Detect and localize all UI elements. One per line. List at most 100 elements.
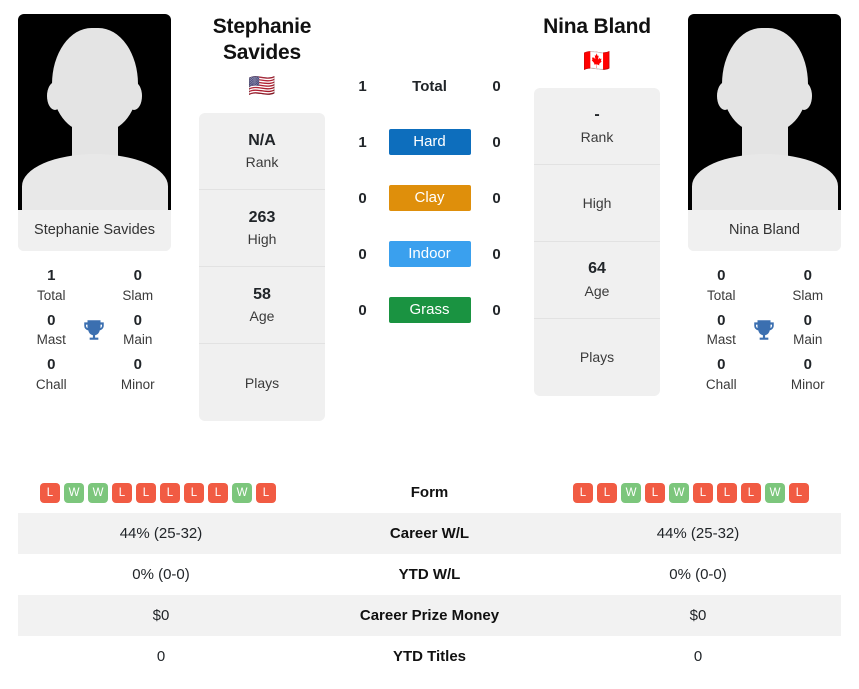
- right-player-photo-column: Nina Bland 0 Total 0 Slam 0 Mast 0 Main …: [688, 14, 841, 404]
- left-form-strip: LWWLLLLLWL: [26, 482, 296, 503]
- form-badge-loss: L: [112, 482, 132, 503]
- left-titles-total-label: Total: [36, 287, 66, 303]
- right-info-plays-label: Plays: [579, 349, 615, 366]
- h2h-row-total: 1 Total 0: [325, 58, 534, 114]
- form-badge-loss: L: [184, 482, 204, 503]
- left-titles-main-value: 0: [133, 311, 142, 329]
- h2h-total-left-score: 1: [358, 77, 367, 95]
- form-badge-loss: L: [597, 482, 617, 503]
- form-badge-loss: L: [256, 482, 276, 503]
- right-player-info-column: Nina Bland 🇨🇦 - Rank High 64 Age Plays: [534, 14, 660, 396]
- right-titles-row-middle: 0 Mast 0 Main: [690, 307, 839, 351]
- surface-badge-indoor[interactable]: Indoor: [388, 241, 471, 267]
- right-player-photo-caption: Nina Bland: [688, 210, 841, 252]
- flag-united-states-icon: 🇺🇸: [248, 73, 276, 99]
- right-ytd-wl-value: 0% (0-0): [669, 566, 727, 583]
- form-badge-loss: L: [789, 482, 809, 503]
- left-career-wl-value: 44% (25-32): [119, 525, 203, 542]
- left-player-photo-card[interactable]: Stephanie Savides: [18, 14, 171, 252]
- row-label-career-prize-money: Career Prize Money: [359, 607, 500, 624]
- right-titles-total-label: Total: [706, 287, 736, 303]
- form-badge-loss: L: [693, 482, 713, 503]
- left-titles-minor: 0 Minor: [113, 355, 163, 393]
- right-titles-chall-value: 0: [717, 356, 726, 374]
- left-titles-mast: 0 Mast: [26, 311, 76, 349]
- right-titles-total: 0 Total: [696, 266, 746, 304]
- left-info-high: 263 High: [199, 190, 325, 268]
- h2h-row-clay: 0 Clay 0: [325, 170, 534, 226]
- right-titles-main: 0 Main: [783, 311, 833, 349]
- form-badge-loss: L: [160, 482, 180, 503]
- left-info-plays-label: Plays: [244, 375, 280, 392]
- h2h-total-right-score: 0: [492, 77, 501, 95]
- form-badge-loss: L: [645, 482, 665, 503]
- left-player-name[interactable]: Stephanie Savides: [213, 14, 312, 65]
- avatar-ear-right-icon: [126, 82, 142, 110]
- left-titles-main-label: Main: [123, 332, 153, 348]
- left-info-rank-label: Rank: [245, 154, 279, 171]
- left-info-high-value: 263: [248, 208, 276, 226]
- h2h-row-hard: 1 Hard 0: [325, 114, 534, 170]
- right-player-name[interactable]: Nina Bland: [543, 14, 651, 40]
- avatar-head-icon: [51, 28, 138, 132]
- left-titles-minor-value: 0: [133, 356, 142, 374]
- right-career-wl-value: 44% (25-32): [656, 525, 740, 542]
- right-player-titles-block: 0 Total 0 Slam 0 Mast 0 Main 0 Chall 0 M…: [688, 258, 841, 403]
- right-titles-minor-value: 0: [803, 356, 812, 374]
- left-titles-slam-label: Slam: [122, 287, 154, 303]
- row-label-ytd-titles: YTD Titles: [392, 648, 467, 665]
- right-titles-chall-label: Chall: [705, 376, 737, 392]
- right-info-age: 64 Age: [534, 242, 660, 319]
- surface-badge-grass[interactable]: Grass: [388, 297, 471, 323]
- h2h-grass-left-score: 0: [358, 301, 367, 319]
- form-badge-win: W: [232, 482, 252, 503]
- form-badge-win: W: [669, 482, 689, 503]
- head-to-head-surfaces: 1 Total 0 1 Hard 0 0 Clay 0 0 Indoor 0 0: [325, 14, 534, 338]
- left-info-age-value: 58: [253, 285, 271, 303]
- form-badge-loss: L: [717, 482, 737, 503]
- left-titles-row-bottom: 0 Chall 0 Minor: [20, 351, 169, 395]
- form-badge-loss: L: [40, 482, 60, 503]
- h2h-clay-right-score: 0: [492, 189, 501, 207]
- right-titles-mast-label: Mast: [706, 332, 736, 348]
- right-titles-chall: 0 Chall: [696, 355, 746, 393]
- right-player-photo-card[interactable]: Nina Bland: [688, 14, 841, 252]
- form-badge-win: W: [765, 482, 785, 503]
- right-titles-slam-label: Slam: [792, 287, 824, 303]
- left-titles-total-value: 1: [47, 267, 56, 285]
- flag-canada-icon: 🇨🇦: [583, 47, 611, 73]
- avatar-body-icon: [21, 154, 168, 210]
- right-info-rank-label: Rank: [580, 128, 614, 145]
- left-career-prize-money-value: $0: [152, 607, 170, 624]
- right-titles-main-value: 0: [803, 311, 812, 329]
- right-titles-mast-value: 0: [717, 311, 726, 329]
- left-form-cell: LWWLLLLLWL: [18, 472, 304, 513]
- table-row-career-prize-money: $0 Career Prize Money $0: [18, 595, 841, 636]
- right-player-avatar: [688, 14, 841, 210]
- right-titles-main-label: Main: [793, 332, 823, 348]
- surface-badge-clay[interactable]: Clay: [388, 185, 471, 211]
- left-player-info-card: N/A Rank 263 High 58 Age Plays: [199, 113, 325, 422]
- left-titles-mast-value: 0: [47, 311, 56, 329]
- right-info-plays: Plays: [534, 319, 660, 396]
- right-info-high: High: [534, 165, 660, 242]
- h2h-clay-left-score: 0: [358, 189, 367, 207]
- left-ytd-wl-value: 0% (0-0): [132, 566, 190, 583]
- row-label-career-wl: Career W/L: [389, 525, 470, 542]
- left-titles-slam-value: 0: [133, 267, 142, 285]
- surface-badge-hard[interactable]: Hard: [388, 129, 471, 155]
- avatar-ear-right-icon: [796, 82, 812, 110]
- comparison-header: Stephanie Savides 1 Total 0 Slam 0 Mast …: [0, 0, 859, 472]
- left-info-rank-value: N/A: [248, 131, 276, 149]
- right-info-age-label: Age: [584, 282, 610, 299]
- left-titles-main: 0 Main: [113, 311, 163, 349]
- left-player-avatar: [18, 14, 171, 210]
- right-titles-mast: 0 Mast: [696, 311, 746, 349]
- left-ytd-titles-value: 0: [156, 648, 166, 665]
- player-stats-comparison-table: LWWLLLLLWL Form LLWLWLLLWL 44% (25-32) C…: [18, 472, 841, 677]
- h2h-hard-right-score: 0: [492, 133, 501, 151]
- h2h-hard-left-score: 1: [358, 133, 367, 151]
- right-info-rank-value: -: [594, 106, 600, 124]
- left-titles-minor-label: Minor: [120, 376, 155, 392]
- h2h-row-indoor: 0 Indoor 0: [325, 226, 534, 282]
